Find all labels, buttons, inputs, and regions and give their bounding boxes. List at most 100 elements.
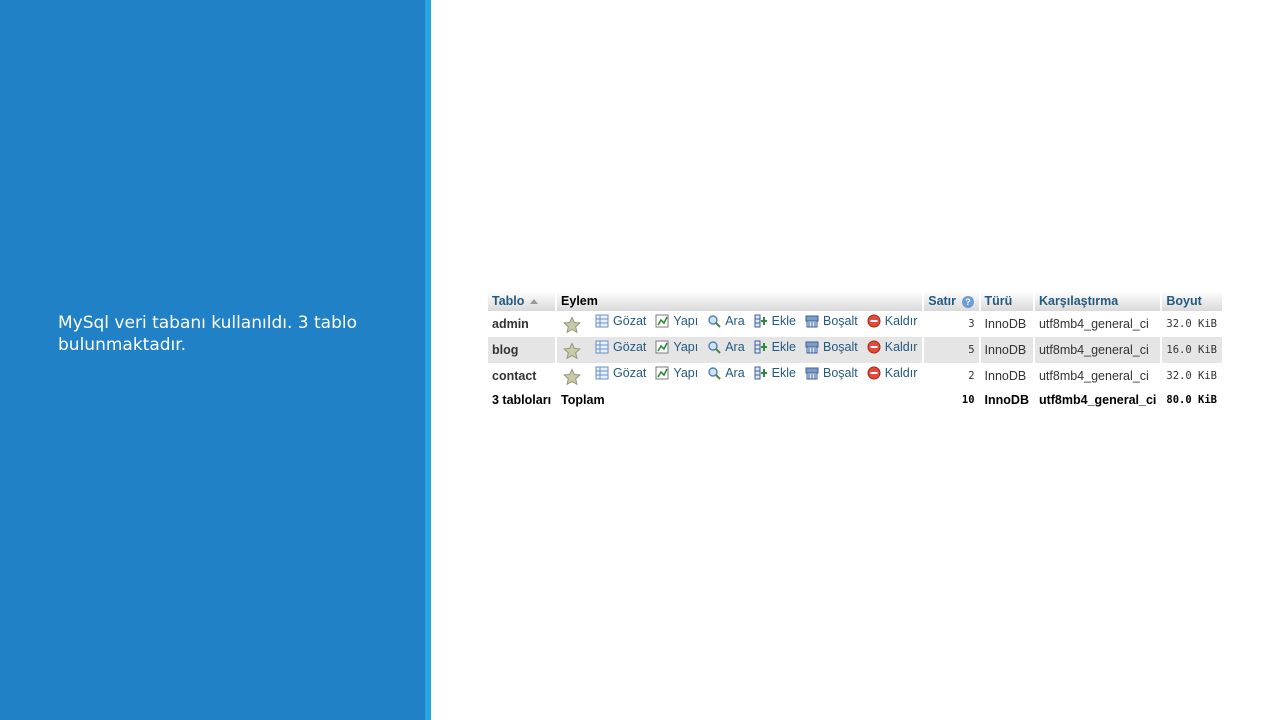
action-bosalt-label[interactable]: Boşalt	[823, 314, 858, 328]
structure-icon	[655, 314, 669, 328]
row-count: 2	[924, 363, 979, 389]
header-tablo-label[interactable]: Tablo	[492, 294, 524, 308]
collation: utf8mb4_general_ci	[1034, 337, 1161, 363]
action-bosalt-button[interactable]: Boşalt	[805, 366, 858, 380]
action-ekle-label[interactable]: Ekle	[772, 314, 796, 328]
search-icon	[707, 366, 721, 380]
sort-asc-icon	[530, 299, 539, 305]
size-link[interactable]: 16.0 KiB	[1162, 337, 1222, 363]
action-kaldir-label[interactable]: Kaldır	[885, 340, 918, 354]
row-count: 3	[924, 311, 979, 337]
browse-icon	[595, 340, 609, 354]
action-kaldir-button[interactable]: Kaldır	[867, 366, 918, 380]
total-row: 3 tabloları Toplam 10 InnoDB utf8mb4_gen…	[488, 389, 1222, 411]
accent-stripe	[425, 0, 431, 720]
action-kaldir-button[interactable]: Kaldır	[867, 340, 918, 354]
action-ara-button[interactable]: Ara	[707, 366, 745, 380]
action-ara-button[interactable]: Ara	[707, 340, 745, 354]
help-icon[interactable]: ?	[962, 295, 975, 308]
action-gozat-button[interactable]: Gözat	[595, 366, 646, 380]
header-row: Tablo Eylem Satır? Türü Karşılaştırma Bo…	[488, 291, 1222, 311]
action-gozat-button[interactable]: Gözat	[595, 340, 646, 354]
action-yapi-label[interactable]: Yapı	[673, 366, 698, 380]
action-kaldir-button[interactable]: Kaldır	[867, 314, 918, 328]
header-satir[interactable]: Satır?	[924, 291, 979, 311]
total-sum-label: Toplam	[557, 389, 923, 411]
action-bosalt-button[interactable]: Boşalt	[805, 314, 858, 328]
action-yapi-label[interactable]: Yapı	[673, 314, 698, 328]
size-link[interactable]: 32.0 KiB	[1162, 363, 1222, 389]
table-screenshot: Tablo Eylem Satır? Türü Karşılaştırma Bo…	[488, 291, 1226, 411]
empty-icon	[805, 366, 819, 380]
collation: utf8mb4_general_ci	[1034, 363, 1161, 389]
search-icon	[707, 340, 721, 354]
action-ekle-button[interactable]: Ekle	[754, 314, 796, 328]
action-ara-label[interactable]: Ara	[725, 314, 744, 328]
header-eylem: Eylem	[557, 291, 923, 311]
action-ara-label[interactable]: Ara	[725, 366, 744, 380]
action-yapi-button[interactable]: Yapı	[655, 314, 698, 328]
action-ekle-button[interactable]: Ekle	[754, 340, 796, 354]
engine: InnoDB	[980, 337, 1033, 363]
browse-icon	[595, 314, 609, 328]
action-yapi-button[interactable]: Yapı	[655, 366, 698, 380]
header-boyut[interactable]: Boyut	[1162, 291, 1222, 311]
left-panel: MySql veri tabanı kullanıldı. 3 tablo bu…	[0, 0, 425, 720]
table-name-link[interactable]: admin	[488, 311, 556, 337]
action-gozat-label[interactable]: Gözat	[613, 340, 646, 354]
star-icon[interactable]	[563, 368, 582, 386]
star-icon[interactable]	[563, 316, 582, 334]
action-ekle-button[interactable]: Ekle	[754, 366, 796, 380]
caption-line-1: MySql veri tabanı kullanıldı. 3 tablo	[58, 313, 357, 333]
action-bosalt-button[interactable]: Boşalt	[805, 340, 858, 354]
tables-list: Tablo Eylem Satır? Türü Karşılaştırma Bo…	[486, 291, 1224, 411]
row-count: 5	[924, 337, 979, 363]
header-tablo[interactable]: Tablo	[488, 291, 556, 311]
total-rows: 10	[924, 389, 979, 411]
drop-icon	[867, 340, 881, 354]
table-row: contact Gözat Yapı Ara Ekle Boşalt Kaldır 2 Inno…	[488, 363, 1222, 389]
action-gozat-label[interactable]: Gözat	[613, 314, 646, 328]
drop-icon	[867, 366, 881, 380]
action-ekle-label[interactable]: Ekle	[772, 366, 796, 380]
search-icon	[707, 314, 721, 328]
actions-cell: Gözat Yapı Ara Ekle Boşalt Kaldır	[557, 337, 923, 363]
table-row: blog Gözat Yapı Ara Ekle Boşalt Kaldır 5 InnoDB u…	[488, 337, 1222, 363]
collation: utf8mb4_general_ci	[1034, 311, 1161, 337]
engine: InnoDB	[980, 363, 1033, 389]
total-engine: InnoDB	[980, 389, 1033, 411]
empty-icon	[805, 314, 819, 328]
insert-icon	[754, 314, 768, 328]
table-name-link[interactable]: contact	[488, 363, 556, 389]
action-gozat-button[interactable]: Gözat	[595, 314, 646, 328]
table-name-link[interactable]: blog	[488, 337, 556, 363]
structure-icon	[655, 340, 669, 354]
slide-caption: MySql veri tabanı kullanıldı. 3 tablo bu…	[58, 312, 388, 356]
total-collation: utf8mb4_general_ci	[1034, 389, 1161, 411]
action-yapi-button[interactable]: Yapı	[655, 340, 698, 354]
insert-icon	[754, 366, 768, 380]
empty-icon	[805, 340, 819, 354]
total-size: 80.0 KiB	[1162, 389, 1222, 411]
browse-icon	[595, 366, 609, 380]
engine: InnoDB	[980, 311, 1033, 337]
actions-cell: Gözat Yapı Ara Ekle Boşalt Kaldır	[557, 363, 923, 389]
action-bosalt-label[interactable]: Boşalt	[823, 366, 858, 380]
action-gozat-label[interactable]: Gözat	[613, 366, 646, 380]
action-ara-button[interactable]: Ara	[707, 314, 745, 328]
action-ara-label[interactable]: Ara	[725, 340, 744, 354]
header-turu[interactable]: Türü	[980, 291, 1033, 311]
table-row: admin Gözat Yapı Ara Ekle Boşalt Kaldır 3 InnoDB…	[488, 311, 1222, 337]
caption-line-2: bulunmaktadır.	[58, 335, 187, 355]
actions-cell: Gözat Yapı Ara Ekle Boşalt Kaldır	[557, 311, 923, 337]
header-karsilastirma[interactable]: Karşılaştırma	[1034, 291, 1161, 311]
action-ekle-label[interactable]: Ekle	[772, 340, 796, 354]
action-yapi-label[interactable]: Yapı	[673, 340, 698, 354]
header-satir-label[interactable]: Satır	[928, 294, 956, 308]
star-icon[interactable]	[563, 342, 582, 360]
action-bosalt-label[interactable]: Boşalt	[823, 340, 858, 354]
action-kaldir-label[interactable]: Kaldır	[885, 366, 918, 380]
action-kaldir-label[interactable]: Kaldır	[885, 314, 918, 328]
size-link[interactable]: 32.0 KiB	[1162, 311, 1222, 337]
drop-icon	[867, 314, 881, 328]
